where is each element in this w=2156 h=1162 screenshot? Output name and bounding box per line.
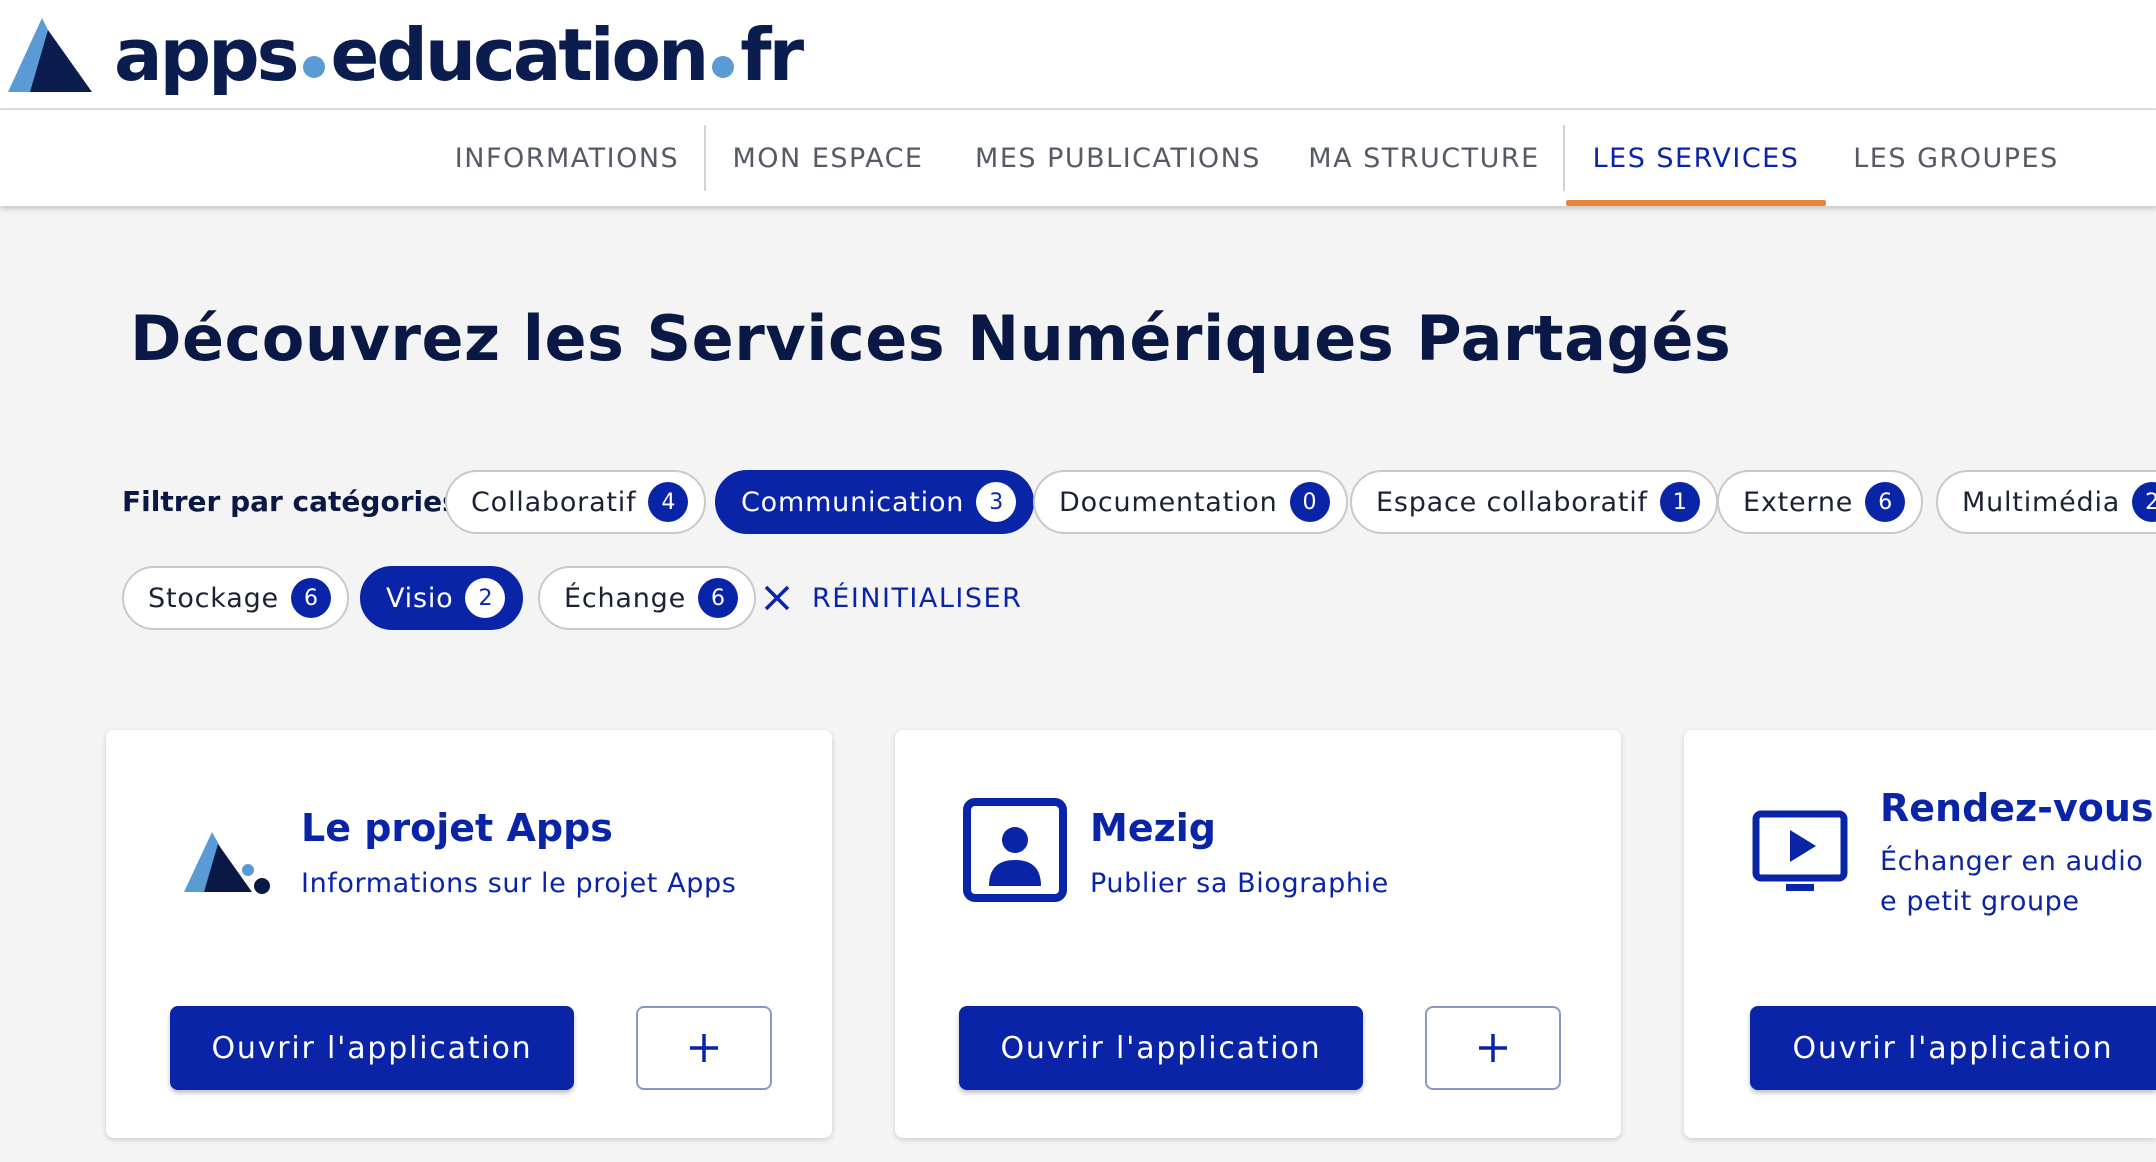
card-title: Le projet Apps [301,806,613,850]
category-chip-label: Collaboratif [471,486,637,518]
filter-label: Filtrer par catégories [122,485,459,518]
card-description: Échanger en audio e petit groupe [1880,846,2144,917]
nav-divider [1563,125,1565,191]
card-description: Informations sur le projet Apps [301,868,737,899]
nav-item-les-groupes[interactable]: LES GROUPES [1842,110,2070,206]
category-chip-stockage[interactable]: Stockage 6 [122,566,349,630]
apps-logo-icon [184,832,270,894]
category-chip-communication[interactable]: Communication 3 [715,470,1035,534]
more-button[interactable] [636,1006,772,1090]
service-card-rendez-vous: Rendez-vous I Échanger en audio e petit … [1684,730,2156,1138]
nav-active-indicator [1566,200,1826,206]
category-count-badge: 4 [648,482,689,522]
category-count-badge: 3 [976,482,1017,522]
category-chip-externe[interactable]: Externe 6 [1717,470,1924,534]
logo-dot [302,56,325,78]
plus-icon [1479,1034,1507,1062]
category-chip-echange[interactable]: Échange 6 [538,566,757,630]
nav-item-informations[interactable]: INFORMATIONS [440,110,694,206]
nav-item-mon-espace[interactable]: MON ESPACE [712,110,944,206]
logo-dot [712,56,735,78]
video-screen-icon [1752,810,1848,891]
category-chip-label: Échange [564,582,687,614]
reset-filters-button[interactable]: RÉINITIALISER [762,576,1022,620]
category-count-badge: 2 [2132,482,2156,522]
nav-item-les-services[interactable]: LES SERVICES [1566,110,1826,206]
main-nav: INFORMATIONS MON ESPACE MES PUBLICATIONS… [0,110,2156,206]
category-count-badge: 6 [1865,482,1906,522]
category-count-badge: 6 [290,578,331,618]
more-button[interactable] [1425,1006,1561,1090]
apps-logo-icon [8,18,92,92]
category-chip-espace-collaboratif[interactable]: Espace collaboratif 1 [1350,470,1718,534]
logo-wordmark: apps education fr [114,13,804,97]
service-card-mezig: Mezig Publier sa Biographie Ouvrir l'app… [895,730,1621,1138]
site-logo[interactable]: apps education fr [8,10,804,100]
nav-item-mes-publications[interactable]: MES PUBLICATIONS [960,110,1276,206]
category-chip-label: Espace collaboratif [1376,486,1648,518]
category-chip-collaboratif[interactable]: Collaboratif 4 [445,470,707,534]
plus-icon [690,1034,718,1062]
open-application-button[interactable]: Ouvrir l'application [959,1006,1363,1090]
category-count-badge: 0 [1289,482,1330,522]
card-title: Rendez-vous I [1880,786,2156,830]
category-chip-label: Stockage [148,582,279,614]
category-chip-label: Documentation [1059,486,1278,518]
category-chip-label: Externe [1743,486,1854,518]
logo-part-fr: fr [740,13,804,97]
category-count-badge: 6 [698,578,739,618]
reset-filters-label: RÉINITIALISER [812,582,1023,614]
category-chip-multimedia[interactable]: Multimédia 2 [1936,470,2156,534]
logo-part-education: education [330,13,710,97]
category-chip-visio[interactable]: Visio 2 [360,566,524,630]
category-chip-label: Multimédia [1962,486,2121,518]
open-application-button[interactable]: Ouvrir l'application [170,1006,574,1090]
site-header: apps education fr [0,0,2156,110]
service-card-le-projet-apps: Le projet Apps Informations sur le proje… [106,730,832,1138]
profile-portrait-icon [963,798,1067,902]
category-count-badge: 2 [465,578,506,618]
category-chip-label: Visio [386,582,454,614]
category-chip-documentation[interactable]: Documentation 0 [1033,470,1348,534]
page-title: Découvrez les Services Numériques Partag… [130,302,1732,375]
nav-item-ma-structure[interactable]: MA STRUCTURE [1292,110,1556,206]
card-description: Publier sa Biographie [1090,868,1389,899]
category-count-badge: 1 [1659,482,1700,522]
open-application-button[interactable]: Ouvrir l'application [1750,1006,2156,1090]
card-title: Mezig [1090,806,1216,850]
category-chip-label: Communication [741,486,965,518]
close-icon [764,585,790,611]
logo-part-apps: apps [114,13,300,97]
nav-divider [704,125,706,191]
